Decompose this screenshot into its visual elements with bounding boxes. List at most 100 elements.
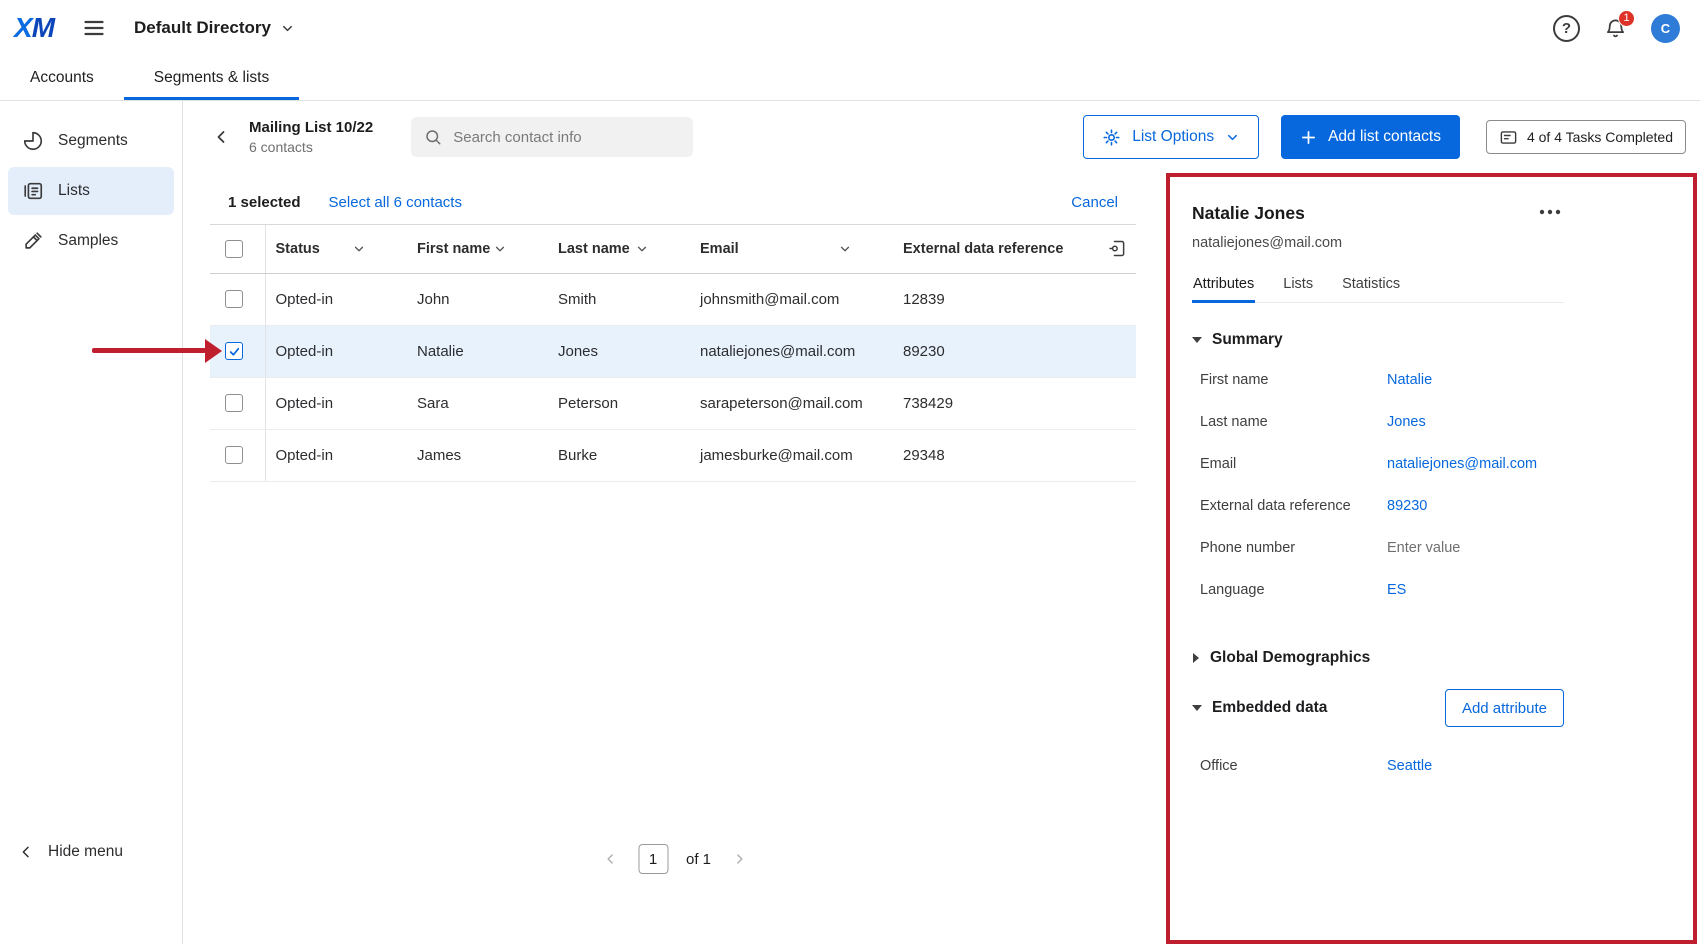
field-label: First name xyxy=(1200,372,1387,388)
list-options-button[interactable]: List Options xyxy=(1083,115,1259,159)
embedded-data-section-toggle[interactable]: Embedded data xyxy=(1192,699,1327,717)
cell-external-ref: 12839 xyxy=(903,273,1080,325)
field-value-first-name[interactable]: Natalie xyxy=(1387,372,1432,388)
field-value-email[interactable]: nataliejones@mail.com xyxy=(1387,456,1537,472)
cell-last-name: Burke xyxy=(558,429,700,481)
search-input[interactable] xyxy=(453,129,680,146)
email-sort-chevron-icon[interactable] xyxy=(838,242,852,256)
column-header-first-name: First name xyxy=(417,241,490,257)
cell-status: Opted-in xyxy=(265,325,417,377)
current-page-box[interactable]: 1 xyxy=(638,844,668,874)
row-checkbox[interactable] xyxy=(225,290,243,308)
tasks-clipboard-icon xyxy=(1499,128,1518,147)
notifications-bell-icon[interactable]: 1 xyxy=(1604,17,1627,40)
more-options-icon[interactable] xyxy=(1536,203,1564,221)
field-value-last-name[interactable]: Jones xyxy=(1387,414,1426,430)
logo-m: M xyxy=(32,12,54,43)
chevron-down-icon xyxy=(280,21,295,36)
status-sort-chevron-icon[interactable] xyxy=(352,242,366,256)
last-name-sort-chevron-icon[interactable] xyxy=(635,242,649,256)
cell-last-name: Peterson xyxy=(558,377,700,429)
list-title-block: Mailing List 10/22 6 contacts xyxy=(249,119,373,155)
hamburger-menu-icon[interactable] xyxy=(82,16,106,40)
global-demographics-section-toggle[interactable]: Global Demographics xyxy=(1192,649,1370,667)
topbar-right: ? 1 C xyxy=(1553,14,1680,43)
cell-first-name: Natalie xyxy=(417,325,558,377)
field-label: Language xyxy=(1200,582,1387,598)
cell-external-ref: 89230 xyxy=(903,325,1080,377)
tasks-completed-label: 4 of 4 Tasks Completed xyxy=(1527,129,1673,145)
panel-tab-statistics[interactable]: Statistics xyxy=(1341,276,1401,302)
contact-search[interactable] xyxy=(411,117,693,157)
tab-accounts[interactable]: Accounts xyxy=(0,56,124,100)
cell-first-name: James xyxy=(417,429,558,481)
field-row: Last name Jones xyxy=(1192,401,1564,443)
cancel-selection-link[interactable]: Cancel xyxy=(1071,194,1118,211)
help-glyph: ? xyxy=(1562,20,1571,37)
row-checkbox[interactable] xyxy=(225,446,243,464)
panel-tab-lists[interactable]: Lists xyxy=(1282,276,1314,302)
add-attribute-button[interactable]: Add attribute xyxy=(1445,689,1564,727)
field-value-language[interactable]: ES xyxy=(1387,582,1406,598)
sidebar-item-label: Samples xyxy=(58,232,118,250)
row-checkbox-checked[interactable] xyxy=(225,342,243,360)
user-avatar[interactable]: C xyxy=(1651,14,1680,43)
xm-logo[interactable]: XM xyxy=(14,14,54,42)
field-value-phone-number[interactable]: Enter value xyxy=(1387,540,1460,556)
back-chevron-icon[interactable] xyxy=(209,125,233,149)
directory-label: Default Directory xyxy=(134,18,271,38)
hide-menu-button[interactable]: Hide menu xyxy=(0,838,141,866)
summary-fields: First name Natalie Last name Jones Email… xyxy=(1192,359,1564,611)
cell-email: nataliejones@mail.com xyxy=(700,325,903,377)
samples-dropper-icon xyxy=(22,230,44,252)
row-checkbox[interactable] xyxy=(225,394,243,412)
table-row[interactable]: Opted-in John Smith johnsmith@mail.com 1… xyxy=(210,273,1136,325)
table-header-row: Status First name Last name Email Extern… xyxy=(210,225,1136,273)
main-area: Mailing List 10/22 6 contacts List Optio… xyxy=(183,101,1700,944)
selected-count: 1 selected xyxy=(228,194,301,211)
sidebar-item-samples[interactable]: Samples xyxy=(8,217,174,265)
select-all-checkbox[interactable] xyxy=(225,240,243,258)
table-row[interactable]: Opted-in James Burke jamesburke@mail.com… xyxy=(210,429,1136,481)
field-row: First name Natalie xyxy=(1192,359,1564,401)
table-row-selected[interactable]: Opted-in Natalie Jones nataliejones@mail… xyxy=(210,325,1136,377)
field-row: Phone number Enter value xyxy=(1192,527,1564,569)
next-page-chevron-icon[interactable] xyxy=(729,849,749,869)
contact-email: nataliejones@mail.com xyxy=(1192,235,1564,251)
cell-last-name: Jones xyxy=(558,325,700,377)
pagination: 1 of 1 xyxy=(600,844,749,874)
field-value-external-ref[interactable]: 89230 xyxy=(1387,498,1427,514)
first-name-sort-chevron-icon[interactable] xyxy=(493,242,507,256)
column-header-external-ref: External data reference xyxy=(903,241,1063,257)
content: Segments Lists Samples Hide menu xyxy=(0,101,1700,944)
column-settings-icon[interactable] xyxy=(1105,236,1130,261)
global-demographics-title: Global Demographics xyxy=(1210,649,1370,667)
tab-segments-lists[interactable]: Segments & lists xyxy=(124,56,299,100)
panel-header: Natalie Jones xyxy=(1192,203,1564,224)
embedded-data-fields: Office Seattle xyxy=(1192,745,1564,787)
table-row[interactable]: Opted-in Sara Peterson sarapeterson@mail… xyxy=(210,377,1136,429)
cell-email: jamesburke@mail.com xyxy=(700,429,903,481)
previous-page-chevron-icon[interactable] xyxy=(600,849,620,869)
list-toolbar: Mailing List 10/22 6 contacts List Optio… xyxy=(183,101,1700,173)
select-all-link[interactable]: Select all 6 contacts xyxy=(329,194,462,211)
add-list-contacts-button[interactable]: Add list contacts xyxy=(1281,115,1460,159)
field-label: Phone number xyxy=(1200,540,1387,556)
panel-tab-attributes[interactable]: Attributes xyxy=(1192,276,1255,302)
selection-bar: 1 selected Select all 6 contacts Cancel xyxy=(210,181,1136,225)
summary-section-toggle[interactable]: Summary xyxy=(1192,331,1283,349)
cell-first-name: John xyxy=(417,273,558,325)
tasks-completed-button[interactable]: 4 of 4 Tasks Completed xyxy=(1486,120,1686,154)
field-value-office[interactable]: Seattle xyxy=(1387,758,1432,774)
field-row: External data reference 89230 xyxy=(1192,485,1564,527)
cell-last-name: Smith xyxy=(558,273,700,325)
contacts-table-area: 1 selected Select all 6 contacts Cancel … xyxy=(183,173,1166,944)
sidebar-item-lists[interactable]: Lists xyxy=(8,167,174,215)
sidebar-item-segments[interactable]: Segments xyxy=(8,117,174,165)
list-options-label: List Options xyxy=(1132,128,1214,146)
chevron-left-icon xyxy=(18,844,34,860)
help-icon[interactable]: ? xyxy=(1553,15,1580,42)
panel-inner: Natalie Jones nataliejones@mail.com Attr… xyxy=(1192,203,1564,787)
directory-selector[interactable]: Default Directory xyxy=(134,18,295,38)
topbar-left: XM Default Directory xyxy=(14,14,295,42)
